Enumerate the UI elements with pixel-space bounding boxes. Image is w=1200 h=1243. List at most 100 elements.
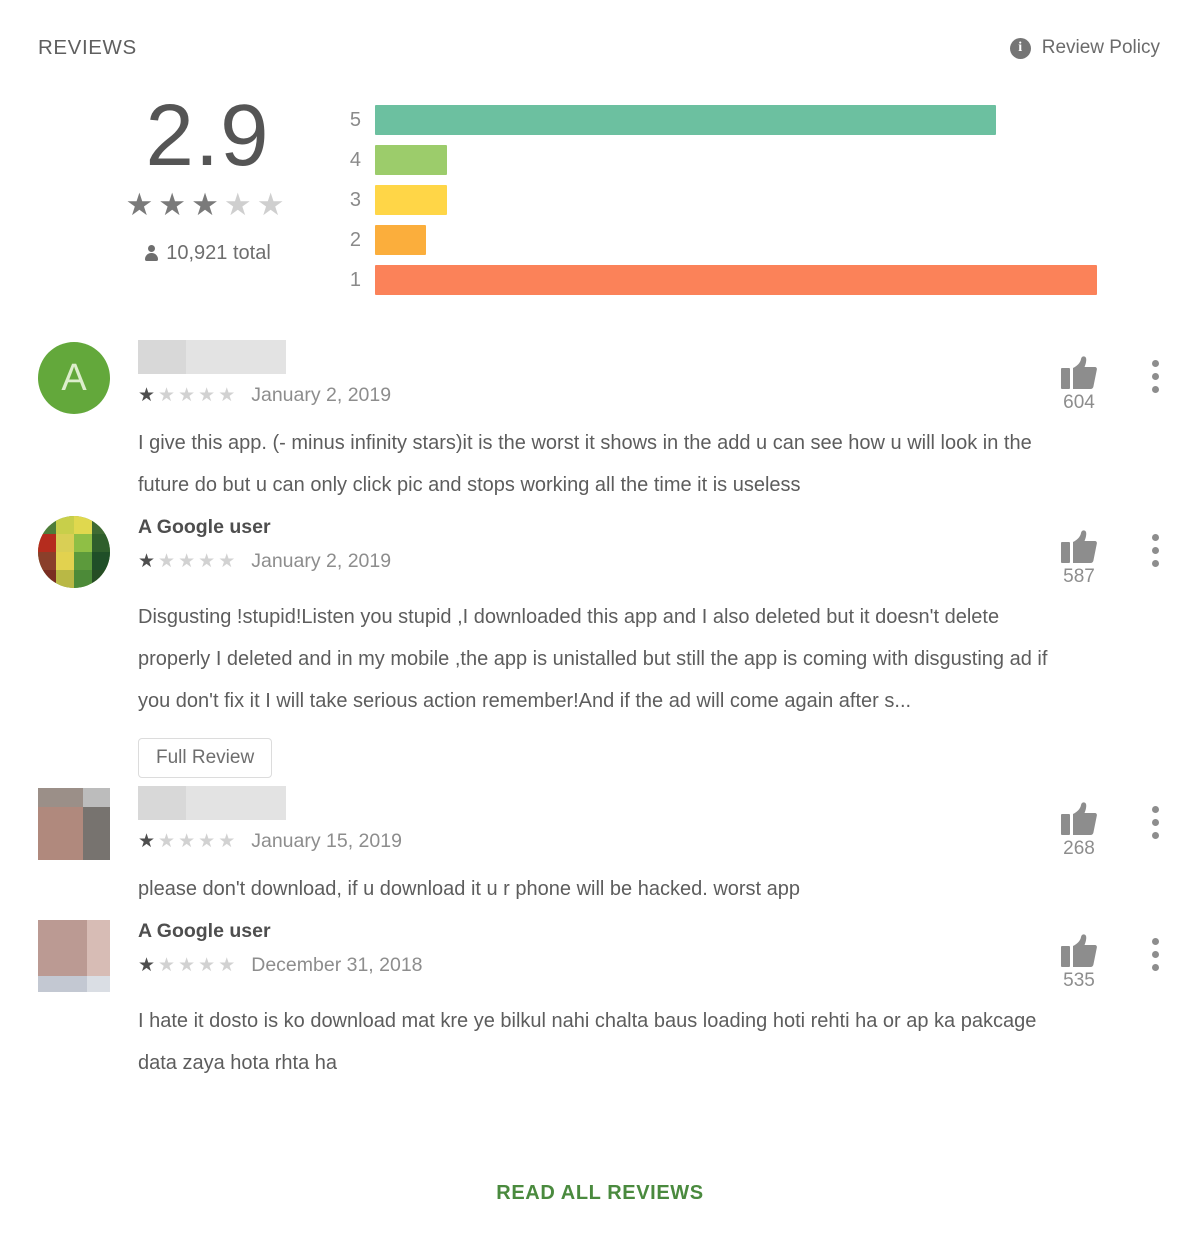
avatar-pixel	[74, 570, 92, 588]
review-header: A ★★★★★ January 2, 2019 604	[38, 336, 1160, 422]
review-policy-label: Review Policy	[1041, 37, 1160, 58]
avatar-pixel-grid	[38, 788, 110, 860]
review-body: please don't download, if u download it …	[138, 878, 801, 900]
review-meta: A Google user ★★★★★ December 31, 2018	[138, 914, 1160, 977]
avatar-pixel	[82, 806, 110, 860]
avatar-pixel	[86, 976, 110, 992]
avatar	[38, 788, 110, 860]
histogram-track-3	[375, 185, 1097, 215]
histogram-bar-1	[375, 265, 1097, 295]
thumbs-up-button[interactable]: 535	[1052, 934, 1106, 992]
person-icon	[144, 245, 159, 262]
review-header: A Google user ★★★★★ January 2, 2019 587	[38, 510, 1160, 596]
avatar-wrapper	[38, 510, 138, 588]
histogram-bar-5	[375, 105, 996, 135]
review-policy-link[interactable]: i Review Policy	[1009, 37, 1160, 59]
histogram-bar-3	[375, 185, 448, 215]
avatar-pixel	[74, 516, 92, 534]
avatar-pixel	[56, 534, 74, 552]
review-date: December 31, 2018	[251, 954, 423, 976]
redaction-block	[138, 786, 186, 820]
more-vert-icon[interactable]	[1152, 356, 1160, 399]
kebab-dot	[1152, 560, 1159, 567]
star-empty-icon: ★	[178, 385, 199, 406]
review-meta: ★★★★★ January 2, 2019	[138, 336, 1160, 407]
read-all-reviews-link[interactable]: READ ALL REVIEWS	[0, 1182, 1200, 1205]
histogram-row-1[interactable]: 1	[337, 260, 1097, 300]
star-empty-icon: ★	[218, 955, 239, 976]
review-date: January 2, 2019	[251, 550, 392, 572]
kebab-dot	[1152, 938, 1159, 945]
review-rating-line: ★★★★★ January 2, 2019	[138, 550, 1160, 573]
total-ratings: 10,921 total	[75, 242, 340, 265]
avatar-pixel	[56, 516, 74, 534]
more-vert-icon[interactable]	[1152, 934, 1160, 977]
author-name: A Google user	[138, 516, 271, 538]
review-rating-line: ★★★★★ January 2, 2019	[138, 384, 1160, 407]
star-filled-icon: ★	[138, 551, 159, 572]
avatar: A	[38, 342, 110, 414]
avatar-pixel	[38, 534, 56, 552]
kebab-dot	[1152, 360, 1159, 367]
review-body: I hate it dosto is ko download mat kre y…	[138, 1010, 1037, 1074]
page-title: REVIEWS	[38, 36, 137, 59]
avatar-pixel	[38, 516, 56, 534]
review-body: I give this app. (- minus infinity stars…	[138, 432, 1032, 496]
average-rating-stars: ★★★★★	[75, 189, 340, 220]
histogram-track-4	[375, 145, 1097, 175]
reviews-section-header: REVIEWS i Review Policy	[0, 28, 1200, 68]
thumbs-up-count: 587	[1063, 566, 1095, 587]
review-stars: ★★★★★	[138, 552, 238, 571]
full-review-button[interactable]: Full Review	[138, 738, 273, 778]
score-block: 2.9 ★★★★★ 10,921 total	[75, 92, 340, 265]
avatar-wrapper	[38, 782, 138, 860]
star-filled-icon: ★	[158, 187, 192, 222]
kebab-dot	[1152, 819, 1159, 826]
avatar-pixel	[92, 570, 110, 588]
review-date: January 2, 2019	[251, 384, 392, 406]
more-vert-icon[interactable]	[1152, 530, 1160, 573]
kebab-dot	[1152, 951, 1159, 958]
redaction-block	[138, 340, 186, 374]
thumbs-up-button[interactable]: 587	[1052, 530, 1106, 588]
star-empty-icon: ★	[158, 955, 179, 976]
reviews-page: REVIEWS i Review Policy 2.9 ★★★★★ 10,921…	[0, 0, 1200, 1243]
thumbs-up-icon	[1061, 356, 1097, 389]
histogram-row-2[interactable]: 2	[337, 220, 1097, 260]
more-vert-icon[interactable]	[1152, 802, 1160, 845]
histogram-row-4[interactable]: 4	[337, 140, 1097, 180]
total-ratings-label: 10,921 total	[166, 242, 271, 264]
histogram-track-1	[375, 265, 1097, 295]
thumbs-up-count: 268	[1063, 838, 1095, 859]
avatar-pixel	[38, 920, 87, 977]
star-filled-icon: ★	[138, 955, 159, 976]
star-empty-icon: ★	[223, 187, 257, 222]
avatar-pixel	[92, 516, 110, 534]
star-empty-icon: ★	[158, 385, 179, 406]
histogram-bar-2	[375, 225, 426, 255]
avatar	[38, 516, 110, 588]
kebab-dot	[1152, 832, 1159, 839]
histogram-row-5[interactable]: 5	[337, 100, 1097, 140]
star-empty-icon: ★	[218, 831, 239, 852]
thumbs-up-button[interactable]: 268	[1052, 802, 1106, 860]
rating-histogram: 5 4 3 2 1	[337, 100, 1097, 300]
thumbs-up-count: 535	[1063, 970, 1095, 991]
info-icon: i	[1009, 37, 1031, 59]
review-rating-line: ★★★★★ January 15, 2019	[138, 830, 1160, 853]
review-item: ★★★★★ January 15, 2019 268 please don't dow…	[0, 782, 1200, 910]
avatar-pixel-grid	[38, 920, 110, 992]
reviews-list: A ★★★★★ January 2, 2019 604 I give this app.…	[0, 336, 1200, 1088]
histogram-label-5: 5	[349, 108, 361, 131]
histogram-row-3[interactable]: 3	[337, 180, 1097, 220]
histogram-track-5	[375, 105, 1097, 135]
kebab-dot	[1152, 373, 1159, 380]
star-empty-icon: ★	[198, 955, 219, 976]
thumbs-up-button[interactable]: 604	[1052, 356, 1106, 414]
histogram-track-2	[375, 225, 1097, 255]
review-stars: ★★★★★	[138, 832, 238, 851]
review-actions: 604	[1052, 356, 1160, 414]
author-name-redacted	[138, 786, 286, 820]
avatar	[38, 920, 110, 992]
avatar-pixel	[38, 806, 83, 860]
